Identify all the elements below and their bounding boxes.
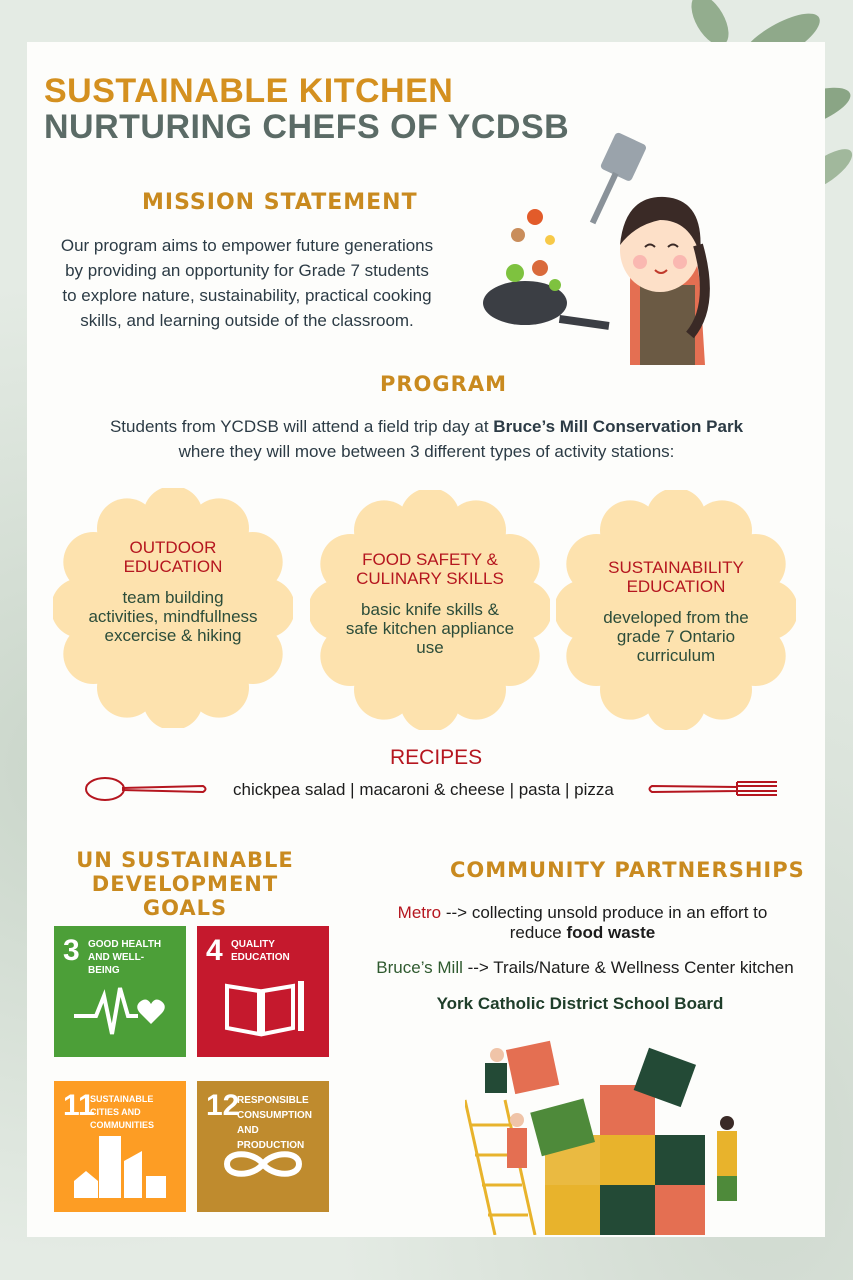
partner-name: Bruce’s Mill [376,958,463,977]
partnerships-heading: Community Partnerships [450,858,805,882]
title-line-1: SUSTAINABLE KITCHEN [44,72,454,110]
sdg-label: GOOD HEALTH AND WELL-BEING [88,939,162,976]
sdg-number: 12 [206,1089,240,1122]
station-title: FOOD SAFETY & CULINARY SKILLS [356,550,504,588]
partner-bruces-mill: Bruce’s Mill --> Trails/Nature & Wellnes… [360,958,810,978]
station-sustainability-education: SUSTAINABILITY EDUCATION developed from … [556,490,796,730]
sdg-number: 3 [63,934,80,967]
program-text-start: Students from YCDSB will attend a field … [109,417,494,436]
sdg-tile-11: 11 SUSTAINABLE CITIES AND COMMUNITIES [54,1081,186,1212]
partner-name: Metro [397,903,442,922]
sdg-tile-3: 3 GOOD HEALTH AND WELL-BEING [54,926,186,1057]
sdg-label: RESPONSIBLE CONSUMPTION AND PRODUCTION [237,1095,312,1151]
program-text: Students from YCDSB will attend a field … [80,414,773,464]
recipes-list: chickpea salad | macaroni & cheese | pas… [233,780,614,799]
recipes-heading: RECIPES [390,746,483,769]
partner-metro: Metro --> collecting unsold produce in a… [370,903,795,943]
spoon-icon [85,777,207,801]
station-desc: developed from the grade 7 Ontario curri… [603,608,749,665]
sdg-heading-line2: Development Goals [91,872,279,920]
sdg-heading-line1: UN Sustainable [76,848,294,872]
mission-text: Our program aims to empower future gener… [60,236,434,330]
station-desc: basic knife skills & safe kitchen applia… [345,600,515,657]
program-text-end: where they will move between 3 different… [178,442,675,461]
partner-desc: --> collecting unsold produce in an effo… [441,903,768,922]
station-title: OUTDOOR EDUCATION [123,538,223,576]
mission-heading: Mission Statement [142,190,418,215]
station-outdoor-education: OUTDOOR EDUCATION team building activiti… [53,488,293,728]
partner-desc: --> Trails/Nature & Wellness Center kitc… [462,958,794,977]
sdg-label: QUALITY EDUCATION [231,939,290,963]
partner-highlight: food waste [566,923,656,942]
station-desc: team building activities, mindfullness e… [88,588,258,645]
program-heading: Program [380,372,507,396]
sdg-number: 4 [206,934,223,967]
station-food-safety: FOOD SAFETY & CULINARY SKILLS basic knif… [310,490,550,730]
sdg-heading: UN Sustainable Development Goals [60,848,310,920]
sdg-label: SUSTAINABLE CITIES AND COMMUNITIES [90,1094,154,1130]
station-title: SUSTAINABILITY EDUCATION [608,558,744,596]
partner-school-board: York Catholic District School Board [436,994,724,1013]
sdg-tile-4: 4 QUALITY EDUCATION [197,926,329,1057]
chef-illustration [483,132,710,365]
partner-desc-2: reduce [509,923,567,942]
program-location: Bruce’s Mill Conservation Park [493,417,744,436]
sdg-tile-12: 12 RESPONSIBLE CONSUMPTION AND PRODUCTIO… [197,1081,329,1212]
fork-icon [648,781,777,796]
puzzle-team-illustration [465,1040,737,1235]
